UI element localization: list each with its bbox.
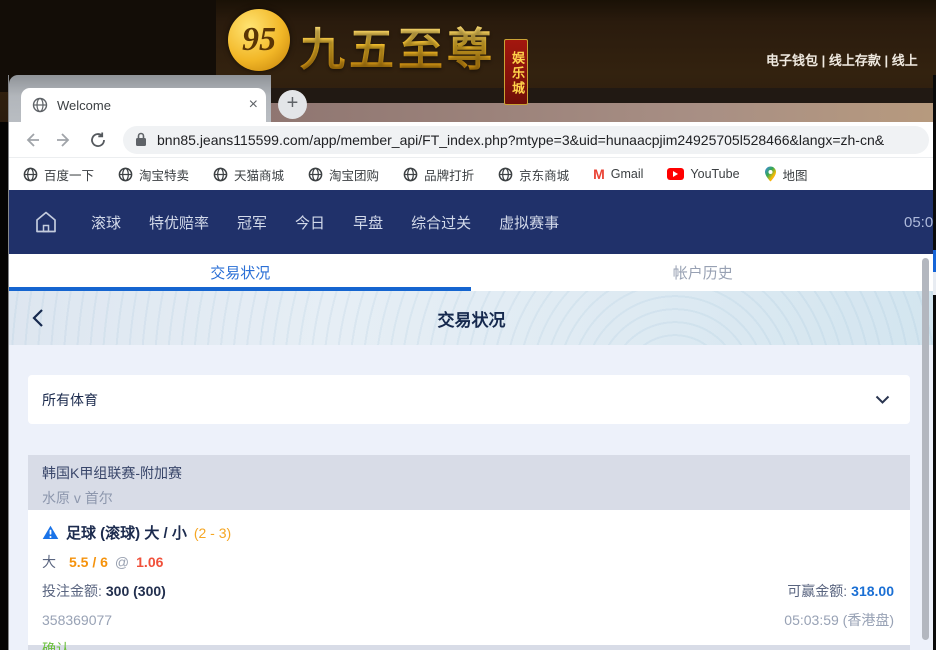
nav-item-today[interactable]: 今日: [295, 212, 325, 233]
bet-side: 大: [42, 554, 56, 570]
youtube-icon: [667, 168, 685, 180]
bookmark-label: 淘宝团购: [329, 168, 380, 183]
maps-pin-icon: [764, 166, 776, 182]
nav-item-virtual[interactable]: 虚拟赛事: [499, 212, 559, 233]
globe-icon: [403, 167, 418, 181]
bookmark-gmail[interactable]: M Gmail: [593, 166, 643, 182]
nav-item-special-odds[interactable]: 特优赔率: [149, 212, 209, 233]
win-value: 318.00: [851, 583, 894, 599]
bookmark-tmall[interactable]: 天猫商城: [213, 165, 284, 184]
forward-arrow-icon[interactable]: [55, 131, 73, 149]
bet-time: 05:03:59 (香港盘): [784, 612, 894, 628]
win-label: 可赢金额:: [787, 583, 848, 599]
stake-value: 300 (300): [105, 583, 166, 599]
tab-title: Welcome: [57, 97, 111, 113]
globe-icon: [118, 167, 133, 181]
reload-icon[interactable]: [89, 131, 107, 149]
address-bar: bnn85.jeans115599.com/app/member_api/FT_…: [9, 122, 933, 158]
screen: 95 九五至尊 娱乐城 电子钱包 | 线上存款 | 线上 Welcome × +: [0, 0, 936, 650]
market-score: (2 - 3): [193, 524, 232, 541]
bookmark-label: 地图: [782, 168, 808, 183]
logo-95-icon: 95: [228, 9, 290, 71]
bet-odds: 1.06: [136, 554, 164, 570]
tab-close-icon[interactable]: ×: [249, 97, 258, 113]
league-name: 韩国K甲组联赛-附加赛: [42, 465, 182, 481]
page-title: 交易状况: [437, 310, 506, 330]
globe-icon: [23, 167, 38, 181]
browser-tab[interactable]: Welcome ×: [21, 88, 266, 122]
new-tab-button[interactable]: +: [278, 90, 307, 119]
scrollbar-thumb[interactable]: [922, 258, 929, 640]
casino-logo-title: 九五至尊: [300, 13, 496, 78]
globe-icon: [308, 167, 323, 181]
bet-details: 足球 (滚球) 大 / 小 (2 - 3) 大 5.5 / 6 @ 1.06 投…: [28, 510, 910, 650]
tab-strip: Welcome ×: [9, 75, 271, 122]
bookmark-label: Gmail: [610, 167, 644, 181]
nav-menu: 滚球 特优赔率 冠军 今日 早盘 综合过关 虚拟赛事: [91, 212, 559, 233]
bookmarks-bar: 百度一下 淘宝特卖 天猫商城 淘宝团购 品牌打折 京东商城 M Gmail Yo…: [9, 158, 933, 190]
content-area: 所有体育 韩国K甲组联赛-附加赛 水原 v 首尔 足球 (滚球) 大 / 小 (…: [9, 345, 933, 650]
bookmark-label: 京东商城: [519, 168, 570, 183]
bookmark-label: 天猫商城: [234, 168, 285, 183]
globe-icon: [498, 167, 513, 181]
bookmark-brand-discount[interactable]: 品牌打折: [403, 165, 474, 184]
nav-clock: 05:04:1: [904, 213, 933, 231]
gmail-icon: M: [593, 166, 605, 182]
bet-record-card: 韩国K甲组联赛-附加赛 水原 v 首尔 足球 (滚球) 大 / 小 (2 - 3…: [28, 455, 910, 650]
page-tabs: 交易状况 帐户历史: [9, 254, 933, 291]
tab-transaction-status[interactable]: 交易状况: [9, 254, 472, 291]
bookmark-taobao-group[interactable]: 淘宝团购: [308, 165, 379, 184]
bookmark-label: 百度一下: [44, 168, 95, 183]
sports-navbar: 滚球 特优赔率 冠军 今日 早盘 综合过关 虚拟赛事 05:04:1: [9, 190, 933, 254]
globe-favicon-icon: [32, 97, 48, 113]
bookmark-label: 淘宝特卖: [139, 168, 190, 183]
back-chevron-icon[interactable]: [31, 308, 45, 328]
lock-icon: [136, 132, 146, 146]
nav-item-early[interactable]: 早盘: [353, 212, 383, 233]
bet-status-confirmed: 确认: [42, 641, 70, 650]
sport-filter-dropdown[interactable]: 所有体育: [28, 375, 910, 424]
bet-line: 5.5 / 6: [69, 554, 108, 570]
nav-item-parlay[interactable]: 综合过关: [411, 212, 471, 233]
banner-links[interactable]: 电子钱包 | 线上存款 | 线上: [766, 50, 918, 69]
bookmark-maps[interactable]: 地图: [764, 165, 808, 184]
home-icon[interactable]: [33, 209, 59, 235]
filter-selected-value: 所有体育: [42, 391, 98, 408]
chevron-down-icon: [875, 395, 890, 404]
nav-item-rolling[interactable]: 滚球: [91, 212, 121, 233]
bookmark-baidu[interactable]: 百度一下: [23, 165, 94, 184]
tab-account-history[interactable]: 帐户历史: [472, 254, 934, 291]
stake-label: 投注金额:: [42, 583, 102, 599]
bookmark-label: YouTube: [690, 167, 740, 181]
page-header: 交易状况: [9, 291, 933, 345]
url-field[interactable]: bnn85.jeans115599.com/app/member_api/FT_…: [123, 125, 929, 154]
warning-icon: [42, 525, 59, 539]
back-arrow-icon[interactable]: [23, 131, 41, 149]
nav-item-champion[interactable]: 冠军: [237, 212, 267, 233]
browser-window: Welcome × + bnn85.jeans115599.com/app/me…: [8, 75, 933, 650]
bookmark-label: 品牌打折: [424, 168, 475, 183]
bookmark-youtube[interactable]: YouTube: [667, 167, 740, 181]
globe-icon: [213, 167, 228, 181]
bet-id: 358369077: [42, 612, 113, 628]
market-name: 足球 (滚球) 大 / 小: [66, 525, 187, 542]
at-sign: @: [114, 554, 130, 570]
bookmark-taobao-sale[interactable]: 淘宝特卖: [118, 165, 189, 184]
bookmark-jd[interactable]: 京东商城: [498, 165, 569, 184]
bet-match-header: 韩国K甲组联赛-附加赛 水原 v 首尔: [28, 455, 910, 510]
next-card-edge: [28, 645, 910, 650]
match-teams: 水原 v 首尔: [42, 490, 113, 506]
url-text: bnn85.jeans115599.com/app/member_api/FT_…: [157, 131, 885, 148]
